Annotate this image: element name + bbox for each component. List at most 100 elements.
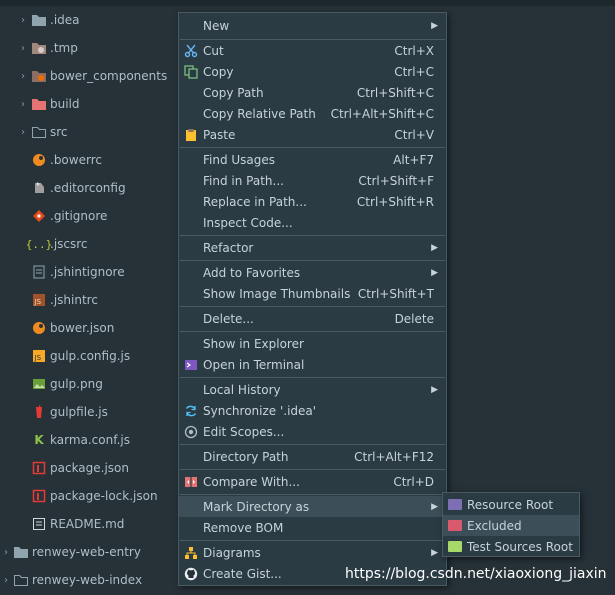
expand-arrow-icon[interactable]: › [18, 127, 28, 138]
submenu-arrow-icon: ▶ [431, 267, 438, 278]
tree-item-jshintignore[interactable]: .jshintignore [0, 258, 178, 286]
menu-item-label: Directory Path [203, 449, 289, 464]
menu-item-show-in-explorer[interactable]: Show in Explorer [179, 333, 446, 354]
menu-separator [180, 540, 445, 541]
shortcut-label: Ctrl+X [394, 43, 434, 58]
menu-item-cut[interactable]: Cut Ctrl+X [179, 40, 446, 61]
tree-item-bower-components[interactable]: › bower_components [0, 62, 178, 90]
shortcut-label: Ctrl+Shift+F [358, 173, 434, 188]
submenu-item-excluded[interactable]: Excluded [443, 515, 579, 536]
expand-arrow-icon[interactable]: › [18, 43, 28, 54]
js-file-icon: JS [32, 349, 46, 363]
watermark-text: https://blog.csdn.net/xiaoxiong_jiaxin [345, 566, 607, 582]
tree-item-build[interactable]: › build [0, 90, 178, 118]
tree-item-bowerrc[interactable]: .bowerrc [0, 146, 178, 174]
tree-item-package-lock[interactable]: package-lock.json [0, 482, 178, 510]
shortcut-label: Ctrl+Alt+F12 [354, 449, 434, 464]
expand-arrow-icon[interactable]: › [1, 547, 11, 558]
shortcut-label: Alt+F7 [393, 152, 434, 167]
tree-item-label: .idea [50, 13, 80, 27]
menu-item-local-history[interactable]: Local History ▶ [179, 379, 446, 400]
menu-item-remove-bom[interactable]: Remove BOM [179, 517, 446, 538]
tree-item-tmp[interactable]: › .tmp [0, 34, 178, 62]
menu-item-diagrams[interactable]: Diagrams ▶ [179, 542, 446, 563]
tree-item-readme[interactable]: README.md [0, 510, 178, 538]
menu-item-replace-in-path[interactable]: Replace in Path... Ctrl+Shift+R [179, 191, 446, 212]
npm-icon [32, 461, 46, 475]
shortcut-label: Ctrl+C [394, 64, 434, 79]
tree-item-label: .tmp [50, 41, 78, 55]
menu-separator [180, 494, 445, 495]
tree-item-gulp-png[interactable]: gulp.png [0, 370, 178, 398]
menu-item-mark-directory-as[interactable]: Mark Directory as ▶ [179, 496, 446, 517]
menu-item-refactor[interactable]: Refactor ▶ [179, 237, 446, 258]
tree-item-label: bower.json [50, 321, 115, 335]
karma-icon: K [34, 433, 44, 447]
tree-item-gitignore[interactable]: .gitignore [0, 202, 178, 230]
tree-item-jscsrc[interactable]: {..} .jscsrc [0, 230, 178, 258]
menu-separator [180, 235, 445, 236]
menu-item-label: Find in Path... [203, 173, 284, 188]
expand-arrow-icon[interactable]: › [1, 575, 11, 586]
tree-item-editorconfig[interactable]: .editorconfig [0, 174, 178, 202]
menu-separator [180, 469, 445, 470]
submenu-item-resource-root[interactable]: Resource Root [443, 494, 579, 515]
tree-item-renwey-web-entry[interactable]: › renwey-web-entry [0, 538, 178, 566]
expand-arrow-icon[interactable]: › [18, 71, 28, 82]
tree-item-label: package.json [50, 461, 130, 475]
tree-item-label: README.md [50, 517, 125, 531]
menu-item-label: Find Usages [203, 152, 276, 167]
tree-item-src[interactable]: › src [0, 118, 178, 146]
compare-icon [184, 475, 198, 489]
tree-item-gulp-config[interactable]: JS gulp.config.js [0, 342, 178, 370]
tree-item-label: .jshintrc [50, 293, 98, 307]
menu-item-label: Delete... [203, 311, 254, 326]
menu-item-open-in-terminal[interactable]: Open in Terminal [179, 354, 446, 375]
submenu-item-label: Resource Root [467, 497, 554, 512]
gulp-icon [32, 405, 46, 419]
menu-item-show-image-thumbnails[interactable]: Show Image Thumbnails Ctrl+Shift+T [179, 283, 446, 304]
tree-item-jshintrc[interactable]: JS .jshintrc [0, 286, 178, 314]
tree-item-bower-json[interactable]: bower.json [0, 314, 178, 342]
expand-arrow-icon[interactable]: › [18, 15, 28, 26]
menu-item-compare-with[interactable]: Compare With... Ctrl+D [179, 471, 446, 492]
tree-item-label: bower_components [50, 69, 168, 83]
menu-separator [180, 260, 445, 261]
menu-item-add-to-favorites[interactable]: Add to Favorites ▶ [179, 262, 446, 283]
menu-item-label: Open in Terminal [203, 357, 305, 372]
menu-separator [180, 444, 445, 445]
menu-item-edit-scopes[interactable]: Edit Scopes... [179, 421, 446, 442]
tree-item-label: .jshintignore [50, 265, 125, 279]
tree-item-gulpfile[interactable]: gulpfile.js [0, 398, 178, 426]
mark-directory-submenu: Resource Root Excluded Test Sources Root [442, 492, 580, 557]
expand-arrow-icon[interactable]: › [18, 99, 28, 110]
submenu-arrow-icon: ▶ [431, 20, 438, 31]
menu-item-inspect-code[interactable]: Inspect Code... [179, 212, 446, 233]
menu-item-label: Diagrams [203, 545, 261, 560]
folder-icon [14, 545, 28, 559]
menu-item-delete[interactable]: Delete... Delete [179, 308, 446, 329]
menu-item-find-usages[interactable]: Find Usages Alt+F7 [179, 149, 446, 170]
tree-item-package-json[interactable]: package.json [0, 454, 178, 482]
menu-item-copy[interactable]: Copy Ctrl+C [179, 61, 446, 82]
tree-item-label: package-lock.json [50, 489, 158, 503]
tree-item-renwey-web-index[interactable]: › renwey-web-index [0, 566, 178, 594]
tree-item-karma-conf[interactable]: K karma.conf.js [0, 426, 178, 454]
temp-folder-icon [32, 41, 46, 55]
menu-item-label: Show in Explorer [203, 336, 304, 351]
menu-item-new[interactable]: New ▶ [179, 15, 446, 36]
menu-item-copy-path[interactable]: Copy Path Ctrl+Shift+C [179, 82, 446, 103]
tree-item-idea[interactable]: › .idea [0, 6, 178, 34]
menu-item-paste[interactable]: Paste Ctrl+V [179, 124, 446, 145]
menu-item-label: Copy Path [203, 85, 264, 100]
tree-item-label: src [50, 125, 68, 139]
tree-item-label: karma.conf.js [50, 433, 130, 447]
menu-item-directory-path[interactable]: Directory Path Ctrl+Alt+F12 [179, 446, 446, 467]
shortcut-label: Delete [394, 311, 434, 326]
menu-item-find-in-path[interactable]: Find in Path... Ctrl+Shift+F [179, 170, 446, 191]
shortcut-label: Ctrl+Shift+R [356, 194, 434, 209]
submenu-item-test-sources-root[interactable]: Test Sources Root [443, 536, 579, 557]
menu-item-copy-relative-path[interactable]: Copy Relative Path Ctrl+Alt+Shift+C [179, 103, 446, 124]
scissors-icon [184, 44, 198, 58]
menu-item-synchronize[interactable]: Synchronize '.idea' [179, 400, 446, 421]
